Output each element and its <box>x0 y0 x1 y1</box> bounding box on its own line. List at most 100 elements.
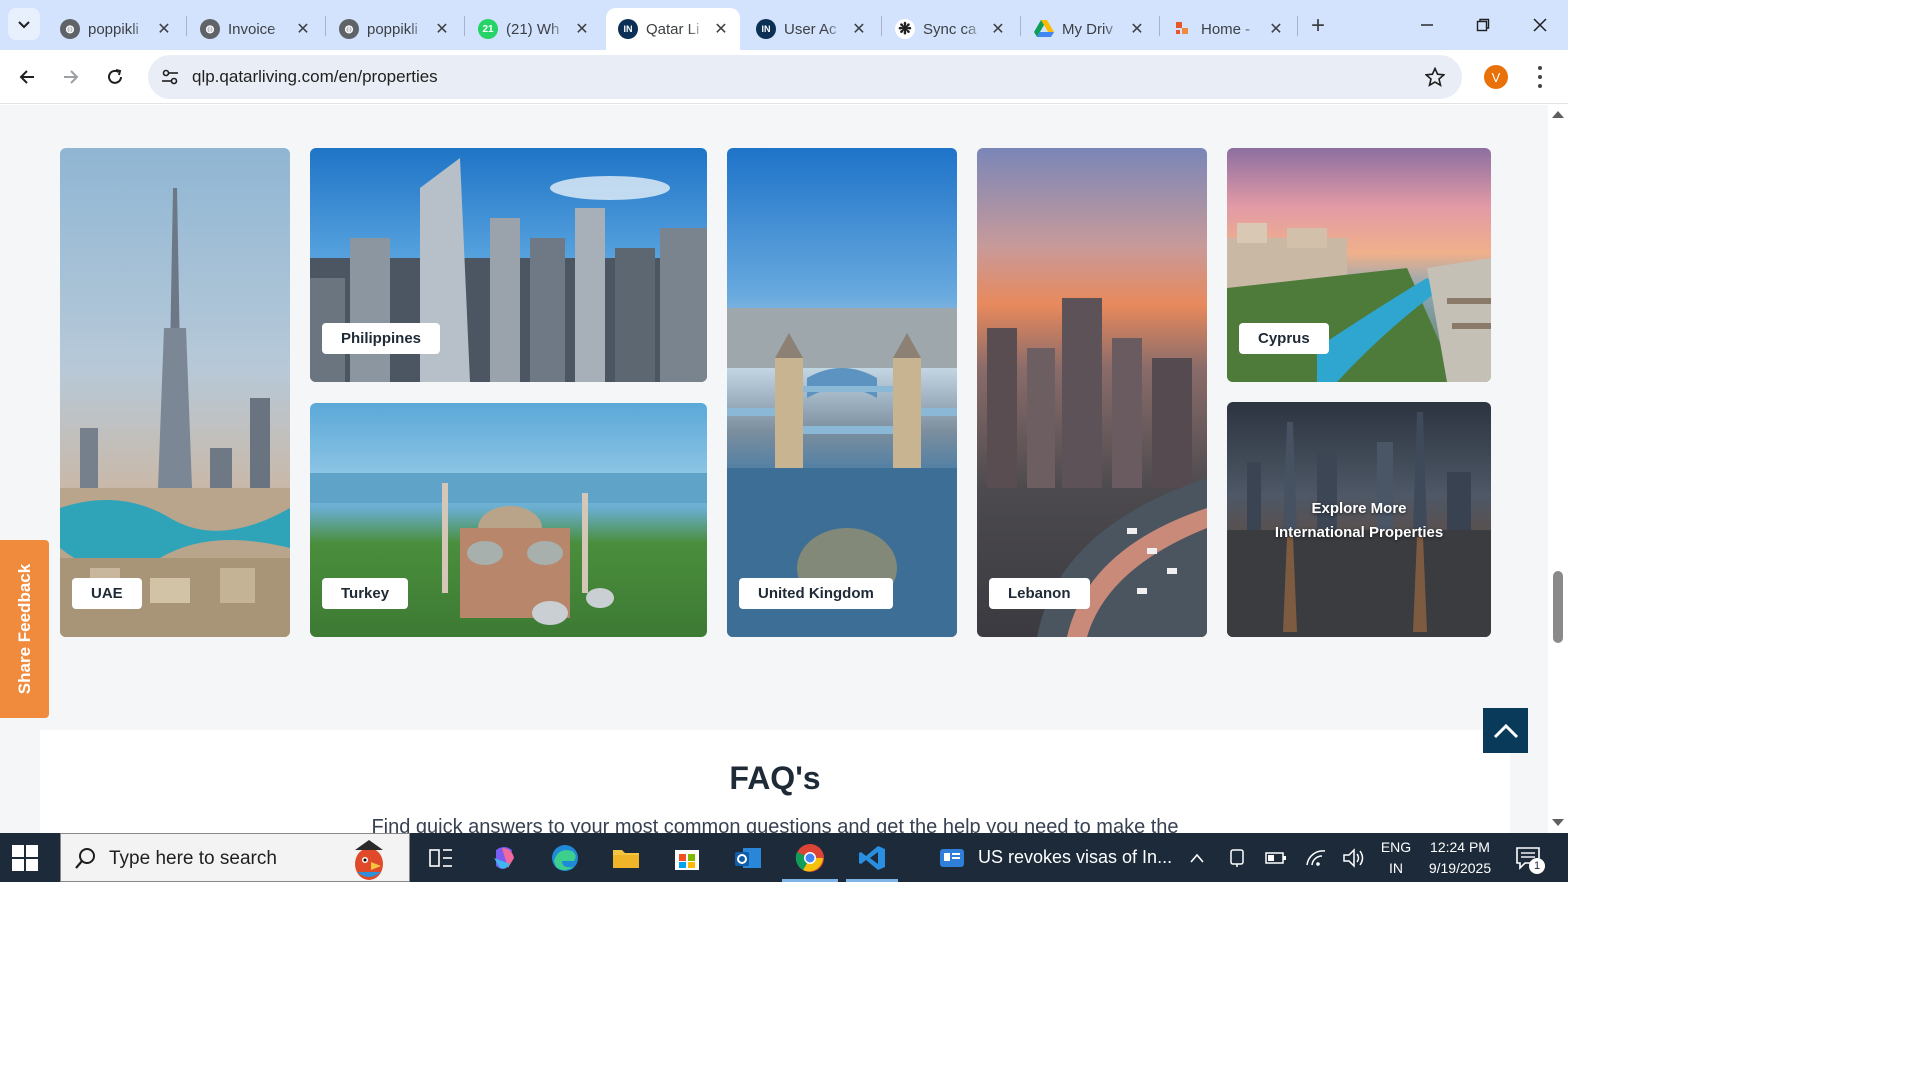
reload-button[interactable] <box>100 62 130 92</box>
site-settings-icon[interactable] <box>158 65 182 89</box>
property-card-uae[interactable]: UAE <box>60 148 290 637</box>
outlook-icon[interactable] <box>732 842 764 874</box>
property-card-lebanon[interactable]: Lebanon <box>977 148 1207 637</box>
volume-icon[interactable] <box>1338 842 1370 874</box>
url-text[interactable]: qlp.qatarliving.com/en/properties <box>192 67 438 87</box>
language-indicator[interactable]: ENG IN <box>1378 837 1414 879</box>
tab-poppikli-1[interactable]: ◍ poppikli ✕ <box>48 8 183 50</box>
meet-now-icon[interactable] <box>1221 842 1253 874</box>
tab-search-button[interactable] <box>8 8 40 40</box>
share-feedback-tab[interactable]: Share Feedback <box>0 540 49 718</box>
close-icon[interactable]: ✕ <box>1128 20 1146 38</box>
browser-menu-button[interactable] <box>1530 64 1550 90</box>
tab-divider <box>1159 16 1160 36</box>
tab-divider <box>186 16 187 36</box>
close-icon[interactable]: ✕ <box>712 20 730 38</box>
globe-icon: ◍ <box>200 19 220 39</box>
tab-title: Invoice <box>228 20 288 38</box>
tab-home[interactable]: Home - ✕ <box>1161 8 1295 50</box>
close-icon[interactable]: ✕ <box>294 20 312 38</box>
language-code: ENG <box>1380 839 1412 855</box>
wifi-icon[interactable] <box>1300 842 1332 874</box>
qatarliving-icon: IN <box>756 19 776 39</box>
clock-time: 12:24 PM <box>1430 839 1490 855</box>
property-card-united-kingdom[interactable]: United Kingdom <box>727 148 957 637</box>
restore-icon <box>1476 18 1490 32</box>
clock[interactable]: 12:24 PM 9/19/2025 <box>1420 837 1500 879</box>
region-code: IN <box>1389 860 1403 876</box>
property-card-cyprus[interactable]: Cyprus <box>1227 148 1491 382</box>
bookmark-star-icon[interactable] <box>1422 64 1448 90</box>
restore-button[interactable] <box>1468 10 1498 40</box>
country-label: Turkey <box>322 578 409 609</box>
file-explorer-icon[interactable] <box>610 842 642 874</box>
new-tab-button[interactable]: + <box>1304 12 1332 40</box>
scroll-up-arrow-icon[interactable] <box>1552 111 1564 118</box>
google-drive-icon <box>1034 19 1054 39</box>
arrow-right-icon <box>64 70 79 84</box>
share-feedback-label: Share Feedback <box>14 563 34 695</box>
explore-more-card[interactable]: Explore More International Properties <box>1227 402 1491 637</box>
close-icon[interactable]: ✕ <box>433 20 451 38</box>
chrome-active-indicator <box>782 879 838 882</box>
plus-icon: + <box>1310 12 1325 39</box>
notification-count-badge: 1 <box>1529 858 1545 874</box>
notifications-button[interactable]: 1 <box>1512 842 1545 874</box>
property-card-turkey[interactable]: Turkey <box>310 403 707 637</box>
profile-avatar[interactable]: V <box>1484 65 1508 89</box>
tab-user-account[interactable]: IN User Ac ✕ <box>744 8 878 50</box>
app-icon <box>1173 19 1193 39</box>
explore-more-line-1: Explore More <box>1311 500 1407 517</box>
microsoft-store-icon[interactable] <box>671 842 703 874</box>
news-widget-icon[interactable] <box>936 842 968 874</box>
tab-google-drive[interactable]: My Driv ✕ <box>1022 8 1156 50</box>
tower-bridge-image <box>727 308 957 637</box>
chrome-icon[interactable] <box>794 842 826 874</box>
forward-button[interactable] <box>56 62 86 92</box>
arrow-left-icon <box>19 70 34 84</box>
scrollbar-thumb[interactable] <box>1553 571 1563 643</box>
page-content: UAE Philippines Turkey United Kingdom Le… <box>0 105 1548 833</box>
search-placeholder: Type here to search <box>109 848 277 869</box>
tab-poppikli-2[interactable]: ◍ poppikli ✕ <box>327 8 461 50</box>
news-headline[interactable]: US revokes visas of In... <box>978 847 1172 868</box>
tab-title: (21) Wh <box>506 20 567 38</box>
close-window-button[interactable] <box>1525 10 1555 40</box>
close-icon[interactable]: ✕ <box>573 20 591 38</box>
task-view-icon[interactable] <box>425 842 457 874</box>
close-icon[interactable]: ✕ <box>850 20 868 38</box>
back-button[interactable] <box>12 62 42 92</box>
property-card-philippines[interactable]: Philippines <box>310 148 707 382</box>
minimize-button[interactable] <box>1412 10 1442 40</box>
taskbar-search-box[interactable]: Type here to search <box>60 833 410 882</box>
close-icon[interactable]: ✕ <box>155 20 173 38</box>
show-hidden-icons-icon[interactable] <box>1181 842 1213 874</box>
tab-title: User Ac <box>784 20 844 38</box>
tab-divider <box>1020 16 1021 36</box>
windows-start-icon[interactable] <box>12 845 38 871</box>
close-icon[interactable]: ✕ <box>989 20 1007 38</box>
vscode-icon[interactable] <box>856 842 888 874</box>
qatarliving-icon: IN <box>618 19 638 39</box>
country-label: Cyprus <box>1239 323 1329 354</box>
close-icon <box>1533 18 1547 32</box>
close-icon[interactable]: ✕ <box>1267 20 1285 38</box>
vscode-active-indicator <box>846 879 898 882</box>
country-label: UAE <box>72 578 142 609</box>
tab-sync[interactable]: ❋ Sync ca ✕ <box>883 8 1017 50</box>
tab-whatsapp[interactable]: 21 (21) Wh ✕ <box>466 8 601 50</box>
address-bar[interactable]: qlp.qatarliving.com/en/properties <box>148 55 1462 99</box>
tab-invoice[interactable]: ◍ Invoice ✕ <box>188 8 322 50</box>
faq-subtitle: Find quick answers to your most common q… <box>371 816 1179 833</box>
tab-qatar-living[interactable]: IN Qatar Li ✕ <box>606 8 740 50</box>
edge-browser-icon[interactable] <box>549 842 581 874</box>
back-to-top-button[interactable] <box>1483 708 1528 753</box>
tab-title: Home - <box>1201 20 1261 38</box>
tab-divider <box>325 16 326 36</box>
lebanon-city-image <box>987 298 1207 637</box>
scroll-down-arrow-icon[interactable] <box>1552 819 1564 826</box>
page-scrollbar[interactable] <box>1548 105 1568 833</box>
browser-toolbar: qlp.qatarliving.com/en/properties V <box>0 50 1568 104</box>
battery-icon[interactable] <box>1260 842 1292 874</box>
copilot-icon[interactable] <box>488 842 520 874</box>
